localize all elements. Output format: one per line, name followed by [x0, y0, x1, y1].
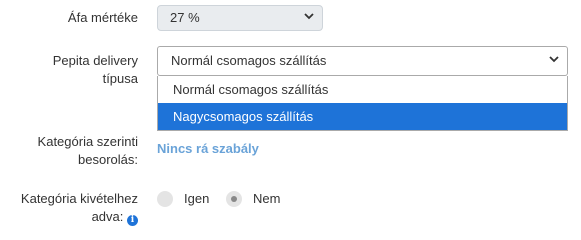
- delivery-dropdown: Normál csomagos szállítás Nagycsomagos s…: [157, 76, 568, 131]
- chevron-down-icon: [304, 11, 314, 21]
- category-label: Kategória szerinti besorolás:: [38, 133, 138, 169]
- vat-select[interactable]: 27 %: [157, 5, 323, 31]
- category-given-label-line2: adva: i: [21, 208, 138, 226]
- category-label-line2: besorolás:: [78, 152, 138, 167]
- radio-no[interactable]: [226, 191, 242, 207]
- delivery-option[interactable]: Normál csomagos szállítás: [158, 76, 567, 103]
- category-label-line1: Kategória szerinti: [37, 134, 138, 149]
- radio-yes-label: Igen: [184, 191, 210, 206]
- delivery-select[interactable]: Normál csomagos szállítás: [157, 46, 568, 76]
- chevron-down-icon: [549, 54, 559, 64]
- delivery-select-value: Normál csomagos szállítás: [171, 53, 327, 68]
- delivery-label-line2: típusa: [102, 71, 138, 86]
- delivery-label-line1: Pepita delivery: [52, 53, 138, 68]
- radio-no-label: Nem: [253, 191, 281, 206]
- delivery-option-highlighted[interactable]: Nagycsomagos szállítás: [158, 103, 567, 130]
- vat-label: Áfa mértéke: [67, 10, 138, 25]
- no-rule-link[interactable]: Nincs rá szabály: [157, 140, 259, 158]
- category-given-label-line2-text: adva:: [91, 209, 124, 224]
- category-given-label: Kategória kivételhez adva: i: [21, 190, 138, 226]
- info-icon[interactable]: i: [127, 215, 138, 226]
- category-given-label-line1: Kategória kivételhez: [20, 191, 138, 206]
- radio-yes[interactable]: [157, 191, 173, 207]
- vat-select-value: 27 %: [170, 10, 200, 25]
- delivery-label: Pepita delivery típusa: [53, 52, 138, 88]
